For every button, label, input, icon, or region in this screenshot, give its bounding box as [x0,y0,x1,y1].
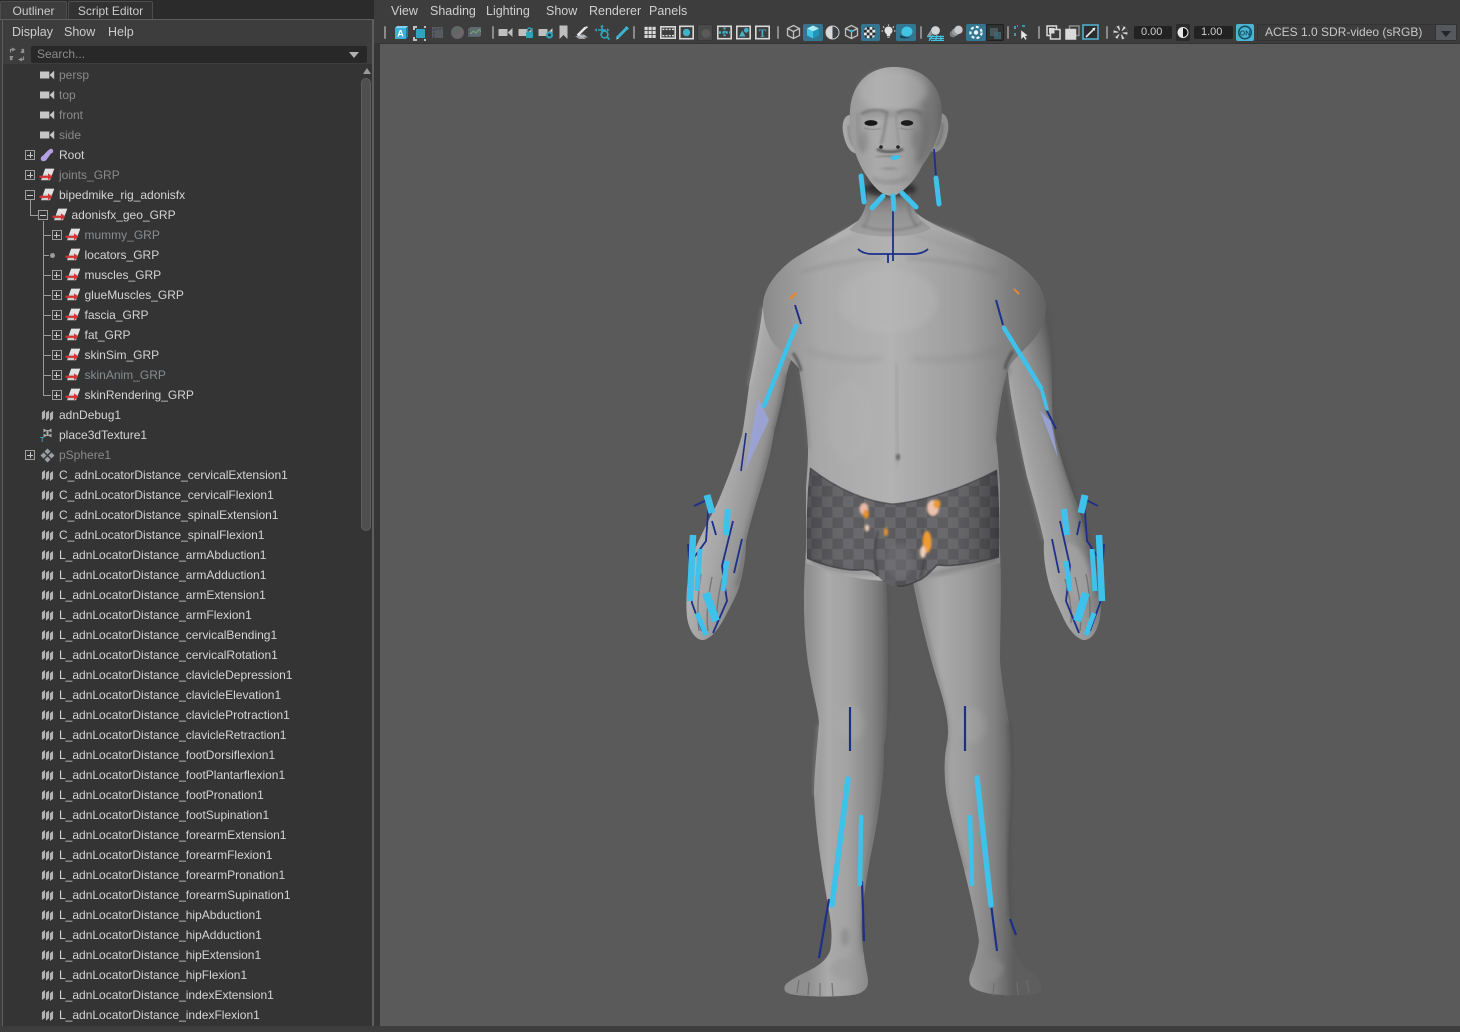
svg-text:T: T [40,437,45,443]
svg-text:ON: ON [1240,31,1251,38]
svg-text:A: A [397,29,404,39]
svg-text:T: T [759,28,767,40]
